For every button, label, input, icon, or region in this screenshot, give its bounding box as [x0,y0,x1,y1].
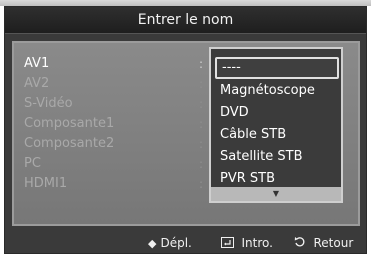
separator: : [199,177,204,191]
source-item-av1[interactable]: AV1 [24,54,194,74]
footer-return: Retour [294,233,353,254]
source-item-hdmi1[interactable]: HDMI1 [24,174,194,194]
source-item-component1[interactable]: Composante1 [24,114,194,134]
source-item-av2[interactable]: AV2 [24,74,194,94]
separator: : [199,117,204,131]
footer-move: ◆ Dépl. [148,233,192,254]
source-item-s-video[interactable]: S-Vidéo [24,94,194,114]
separator: : [199,97,204,111]
separator-column: : : : : : : : [199,54,209,194]
footer-enter: Intro. [221,233,273,254]
scroll-down-icon[interactable]: ▼ [211,187,341,201]
return-icon [294,237,310,250]
osd-window: Entrer le nom AV1 AV2 S-Vidéo Composante… [4,6,367,254]
source-list: AV1 AV2 S-Vidéo Composante1 Composante2 … [24,54,194,194]
option-vcr[interactable]: Magnétoscope [215,80,339,102]
move-icon: ◆ [148,237,157,250]
option-none[interactable]: ---- [215,57,339,79]
source-item-pc[interactable]: PC [24,154,194,174]
screen-frame: Entrer le nom AV1 AV2 S-Vidéo Composante… [0,0,371,254]
separator: : [199,137,204,151]
option-dvd[interactable]: DVD [215,102,339,124]
footer-help-bar: ◆ Dépl. Intro. Retour [5,233,366,253]
return-label: Retour [313,236,354,250]
option-cable-stb[interactable]: Câble STB [215,124,339,146]
name-dropdown[interactable]: ---- Magnétoscope DVD Câble STB Satellit… [209,47,343,203]
window-title: Entrer le nom [5,7,366,34]
separator: : [199,77,204,91]
move-label: Dépl. [160,236,192,250]
separator: : [199,57,204,71]
source-item-component2[interactable]: Composante2 [24,134,194,154]
enter-label: Intro. [241,236,273,250]
enter-icon [221,237,238,250]
separator: : [199,157,204,171]
source-panel: AV1 AV2 S-Vidéo Composante1 Composante2 … [12,41,360,226]
option-satellite-stb[interactable]: Satellite STB [215,146,339,168]
